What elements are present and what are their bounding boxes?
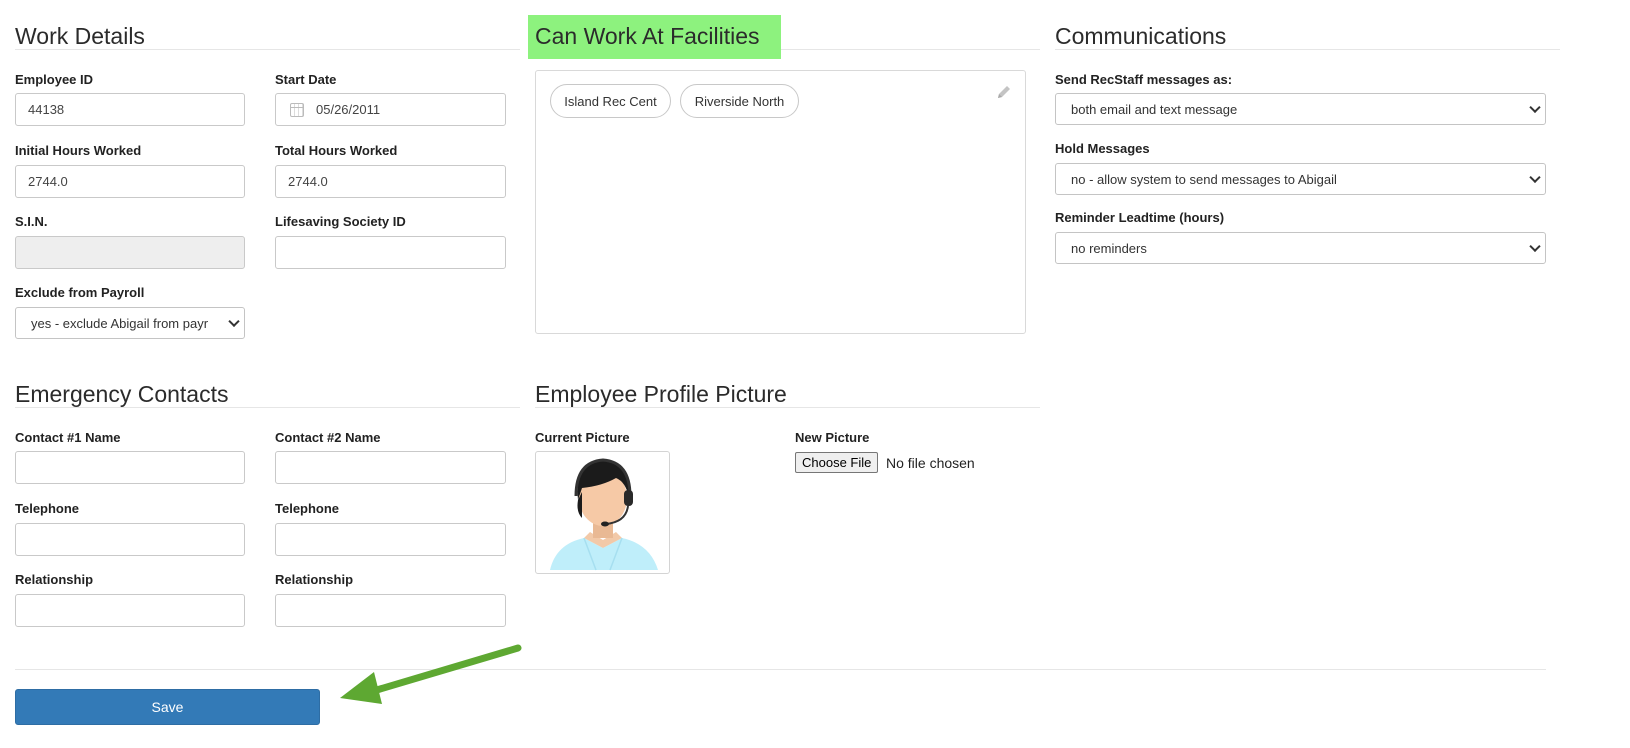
chevron-down-icon	[1529, 101, 1541, 114]
initial-hours-label: Initial Hours Worked	[15, 143, 142, 158]
contact1-telephone-label: Telephone	[15, 501, 80, 516]
start-date-input[interactable]: 05/26/2011	[275, 93, 506, 126]
initial-hours-input[interactable]: 2744.0	[15, 165, 245, 198]
employee-id-value: 44138	[28, 102, 65, 117]
start-date-value: 05/26/2011	[316, 102, 381, 117]
start-date-label: Start Date	[275, 72, 337, 87]
chevron-down-icon	[228, 315, 240, 328]
sin-label: S.I.N.	[15, 214, 48, 229]
chevron-down-icon	[1529, 171, 1541, 184]
reminder-leadtime-value: no reminders	[1071, 240, 1147, 256]
hold-messages-label: Hold Messages	[1055, 141, 1150, 156]
employee-id-input[interactable]: 44138	[15, 93, 245, 126]
save-button[interactable]: Save	[15, 689, 320, 725]
no-file-chosen-text: No file chosen	[886, 455, 975, 471]
facility-tag-label: Riverside North	[694, 93, 785, 109]
contact2-relationship-label: Relationship	[275, 572, 354, 587]
current-picture-label: Current Picture	[535, 430, 630, 445]
contact2-name-input[interactable]	[275, 451, 506, 484]
footer-divider	[15, 669, 1546, 670]
contact1-telephone-input[interactable]	[15, 523, 245, 556]
total-hours-value: 2744.0	[288, 174, 328, 189]
profile-picture-divider	[535, 407, 1040, 408]
facility-tag[interactable]: Riverside North	[680, 84, 799, 118]
contact2-relationship-input[interactable]	[275, 594, 506, 627]
initial-hours-value: 2744.0	[28, 174, 68, 189]
work-details-title: Work Details	[15, 23, 145, 49]
employee-id-label: Employee ID	[15, 72, 94, 87]
emergency-divider	[15, 407, 520, 408]
exclude-payroll-value: yes - exclude Abigail from payr	[31, 315, 209, 331]
new-picture-label: New Picture	[795, 430, 870, 445]
profile-picture-title: Employee Profile Picture	[535, 381, 787, 407]
contact2-telephone-label: Telephone	[275, 501, 340, 516]
communications-divider	[1055, 49, 1560, 50]
total-hours-label: Total Hours Worked	[275, 143, 398, 158]
contact2-telephone-input[interactable]	[275, 523, 506, 556]
reminder-leadtime-select[interactable]: no reminders	[1055, 232, 1546, 264]
facilities-divider	[781, 49, 1040, 50]
facilities-box: Island Rec Cent Riverside North	[535, 70, 1026, 334]
facility-tag-label: Island Rec Cent	[564, 93, 657, 109]
current-picture	[535, 451, 670, 574]
exclude-payroll-label: Exclude from Payroll	[15, 285, 145, 300]
choose-file-button[interactable]: Choose File	[795, 452, 879, 473]
hold-messages-value: no - allow system to send messages to Ab…	[1071, 171, 1337, 187]
pencil-icon[interactable]	[995, 83, 1013, 101]
exclude-payroll-select[interactable]: yes - exclude Abigail from payr	[15, 307, 245, 339]
contact1-relationship-input[interactable]	[15, 594, 245, 627]
pointer-arrow-icon	[340, 644, 522, 704]
lifesaving-id-label: Lifesaving Society ID	[275, 214, 406, 229]
send-messages-label: Send RecStaff messages as:	[1055, 72, 1233, 87]
total-hours-input[interactable]: 2744.0	[275, 165, 506, 198]
send-messages-value: both email and text message	[1071, 101, 1238, 117]
reminder-leadtime-label: Reminder Leadtime (hours)	[1055, 210, 1225, 225]
facility-tag[interactable]: Island Rec Cent	[550, 84, 671, 118]
communications-title: Communications	[1055, 23, 1227, 49]
calendar-icon	[290, 102, 304, 117]
avatar-image	[550, 458, 658, 571]
facilities-title: Can Work At Facilities	[535, 23, 760, 49]
contact1-name-input[interactable]	[15, 451, 245, 484]
send-messages-select[interactable]: both email and text message	[1055, 93, 1546, 125]
contact1-name-label: Contact #1 Name	[15, 430, 121, 445]
contact2-name-label: Contact #2 Name	[275, 430, 381, 445]
emergency-contacts-title: Emergency Contacts	[15, 381, 229, 407]
lifesaving-id-input[interactable]	[275, 236, 506, 269]
contact1-relationship-label: Relationship	[15, 572, 94, 587]
work-details-divider	[15, 49, 520, 50]
sin-input	[15, 236, 245, 269]
chevron-down-icon	[1529, 240, 1541, 253]
hold-messages-select[interactable]: no - allow system to send messages to Ab…	[1055, 163, 1546, 195]
